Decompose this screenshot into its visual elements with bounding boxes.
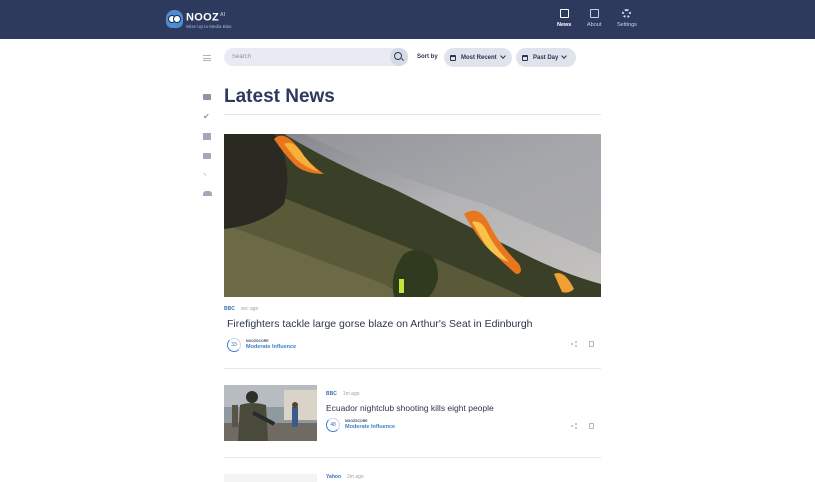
copy-icon[interactable] [589,423,594,429]
sort-order-value: Most Recent [461,54,497,61]
nav-news-label: News [557,22,572,28]
article-meta: BBC 1m ago [326,391,360,397]
date-range-value: Past Day [533,54,559,61]
calendar-icon [522,54,528,61]
brand-logo[interactable]: NOOZAI Wise Up to Media Bias [166,9,232,30]
nav-about-label: About [587,22,602,28]
influence-label: Moderate Influence [345,424,396,430]
hero-article-image[interactable] [224,134,601,297]
nav-settings[interactable]: Settings [617,9,637,28]
menu-icon[interactable] [203,55,211,61]
article-time: 2m ago [347,474,364,480]
share-icon[interactable] [571,341,577,347]
brand-superscript: AI [219,12,226,18]
copy-icon[interactable] [589,341,594,347]
news-icon [559,9,569,18]
page-title: Latest News [224,86,335,107]
calendar-icon [450,54,456,61]
article-divider [224,457,601,458]
article-time: sec ago [240,306,259,312]
chevron-down-icon [499,53,506,59]
brand-tagline: Wise Up to Media Bias [186,23,232,29]
nav-settings-label: Settings [617,22,637,28]
share-icon[interactable] [571,423,577,429]
people-icon[interactable] [203,191,212,196]
nav-about[interactable]: About [587,9,601,28]
article-source[interactable]: BBC [326,391,337,397]
chevron-down-icon [561,53,568,59]
search-icon[interactable] [390,48,408,66]
nooz-score[interactable]: 48 NOOZSCORE Moderate Influence [326,418,395,432]
article-thumbnail[interactable] [224,474,317,482]
newspaper-icon[interactable] [203,94,211,100]
article-meta: Yahoo 2m ago [326,474,364,480]
nav-news[interactable]: News [557,9,571,28]
nooz-score[interactable]: 33 NOOZSCORE Moderate Influence [227,338,296,352]
article-divider [224,368,601,369]
search-input[interactable] [232,51,382,63]
sort-order-dropdown[interactable]: Most Recent [444,48,512,67]
article-headline[interactable]: Firefighters tackle large gorse blaze on… [227,318,533,330]
sort-label: Sort by [417,54,438,60]
score-ring: 33 [227,338,241,352]
search-bar [224,48,408,66]
article-source[interactable]: Yahoo [326,474,341,480]
top-navbar: NOOZAI Wise Up to Media Bias News About … [0,0,815,39]
rss-icon[interactable]: ◝ [203,172,211,180]
article-headline[interactable]: Ecuador nightclub shooting kills eight p… [326,403,494,413]
building-icon[interactable] [203,133,211,140]
article-time: 1m ago [342,391,360,397]
article-source[interactable]: BBC [224,306,235,312]
title-divider [224,114,601,115]
influence-label: Moderate Influence [246,344,297,350]
check-icon[interactable]: ✔ [203,113,212,122]
article-thumbnail[interactable] [224,385,317,441]
brand-name: NOOZ [186,11,219,24]
org-chart-icon[interactable] [203,153,211,159]
article-meta: BBC sec ago [224,306,258,312]
gear-icon [622,9,632,18]
owl-logo-icon [166,10,183,29]
date-range-dropdown[interactable]: Past Day [516,48,576,67]
external-link-icon [589,9,599,18]
score-ring: 48 [326,418,340,432]
